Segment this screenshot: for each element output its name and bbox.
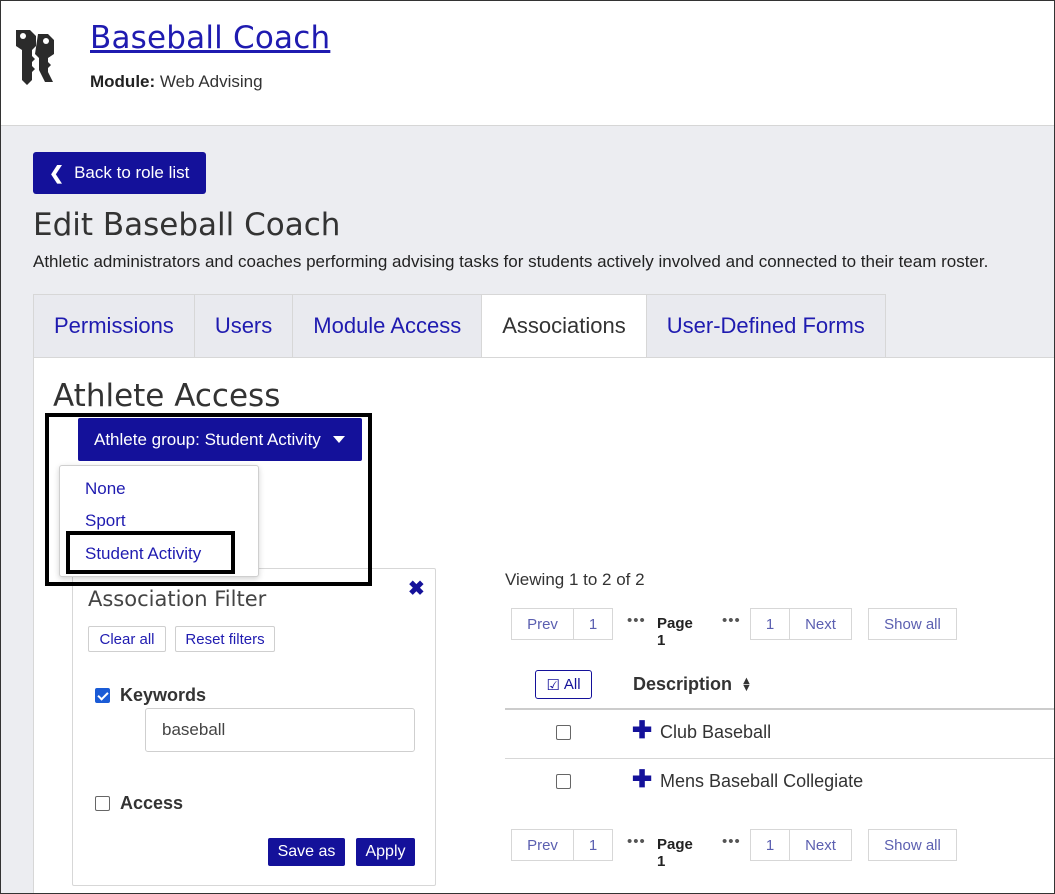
plus-icon[interactable]: ✚	[632, 768, 652, 792]
sort-icon: ▲ ▼	[741, 675, 752, 695]
apply-button[interactable]: Apply	[356, 838, 415, 866]
chevron-left-icon: ❮	[49, 162, 65, 183]
access-label: Access	[120, 793, 184, 813]
module-value: Web Advising	[159, 72, 263, 91]
row-checkbox[interactable]	[556, 725, 571, 740]
show-all-button[interactable]: Show all	[868, 608, 957, 640]
athlete-group-label: Athlete group: Student Activity	[94, 429, 321, 449]
description-column-header[interactable]: Description ▲ ▼	[633, 674, 752, 695]
first-page-button[interactable]: 1	[573, 829, 613, 861]
tab-user-defined-forms[interactable]: User-Defined Forms	[645, 294, 886, 358]
page-description: Athletic administrators and coaches perf…	[33, 252, 989, 271]
header-divider	[505, 708, 1055, 710]
access-checkbox[interactable]	[95, 796, 110, 811]
close-icon[interactable]: ✖	[408, 576, 425, 601]
checked-box-icon: ☑	[546, 676, 560, 694]
show-all-button[interactable]: Show all	[868, 829, 957, 861]
back-to-role-list-button[interactable]: ❮ Back to role list	[33, 152, 206, 194]
table-row-description: Club Baseball	[660, 722, 772, 742]
key-icon	[16, 30, 54, 85]
last-page-button[interactable]: 1	[750, 829, 790, 861]
pager-ellipsis: •••	[627, 833, 646, 850]
athlete-group-menu: None Sport Student Activity	[59, 465, 259, 577]
row-divider	[505, 758, 1055, 759]
back-button-label: Back to role list	[74, 163, 190, 182]
tab-permissions[interactable]: Permissions	[33, 294, 194, 358]
caret-down-icon	[332, 436, 345, 443]
reset-filters-button[interactable]: Reset filters	[175, 626, 275, 652]
next-button[interactable]: Next	[789, 829, 852, 861]
save-as-button[interactable]: Save as	[268, 838, 345, 866]
menu-item-student-activity[interactable]: Student Activity	[85, 544, 201, 564]
role-header: Baseball Coach Module: Web Advising	[0, 0, 1055, 126]
description-header-label: Description	[633, 674, 733, 694]
tab-module-access[interactable]: Module Access	[292, 294, 482, 358]
athlete-group-dropdown-button[interactable]: Athlete group: Student Activity	[78, 418, 362, 461]
page-title: Edit Baseball Coach	[33, 207, 341, 243]
current-page: Page 1	[657, 836, 693, 870]
filter-title: Association Filter	[88, 587, 267, 611]
first-page-button[interactable]: 1	[573, 608, 613, 640]
prev-button[interactable]: Prev	[511, 608, 574, 640]
prev-button[interactable]: Prev	[511, 829, 574, 861]
module-label: Module:	[90, 72, 156, 91]
tab-bar: Permissions Users Module Access Associat…	[33, 294, 886, 358]
pager-ellipsis: •••	[722, 833, 741, 850]
tab-users[interactable]: Users	[193, 294, 293, 358]
plus-icon[interactable]: ✚	[632, 719, 652, 743]
select-all-label: All	[563, 676, 581, 693]
section-title: Athlete Access	[53, 378, 281, 414]
last-page-button[interactable]: 1	[750, 608, 790, 640]
keywords-input[interactable]	[145, 708, 415, 752]
menu-item-sport[interactable]: Sport	[85, 511, 126, 531]
role-title-link[interactable]: Baseball Coach	[90, 20, 330, 56]
pager-ellipsis: •••	[722, 612, 741, 629]
pager-ellipsis: •••	[627, 612, 646, 629]
current-page: Page 1	[657, 615, 693, 649]
viewing-count: Viewing 1 to 2 of 2	[505, 570, 645, 589]
module-line: Module: Web Advising	[90, 72, 263, 92]
next-button[interactable]: Next	[789, 608, 852, 640]
clear-all-button[interactable]: Clear all	[88, 626, 166, 652]
row-checkbox[interactable]	[556, 774, 571, 789]
tab-associations[interactable]: Associations	[481, 294, 646, 358]
menu-item-none[interactable]: None	[85, 479, 126, 499]
select-all-button[interactable]: ☑ All	[535, 670, 592, 699]
keywords-label: Keywords	[120, 685, 207, 705]
table-row-description: Mens Baseball Collegiate	[660, 771, 864, 791]
keywords-checkbox[interactable]	[95, 688, 110, 703]
